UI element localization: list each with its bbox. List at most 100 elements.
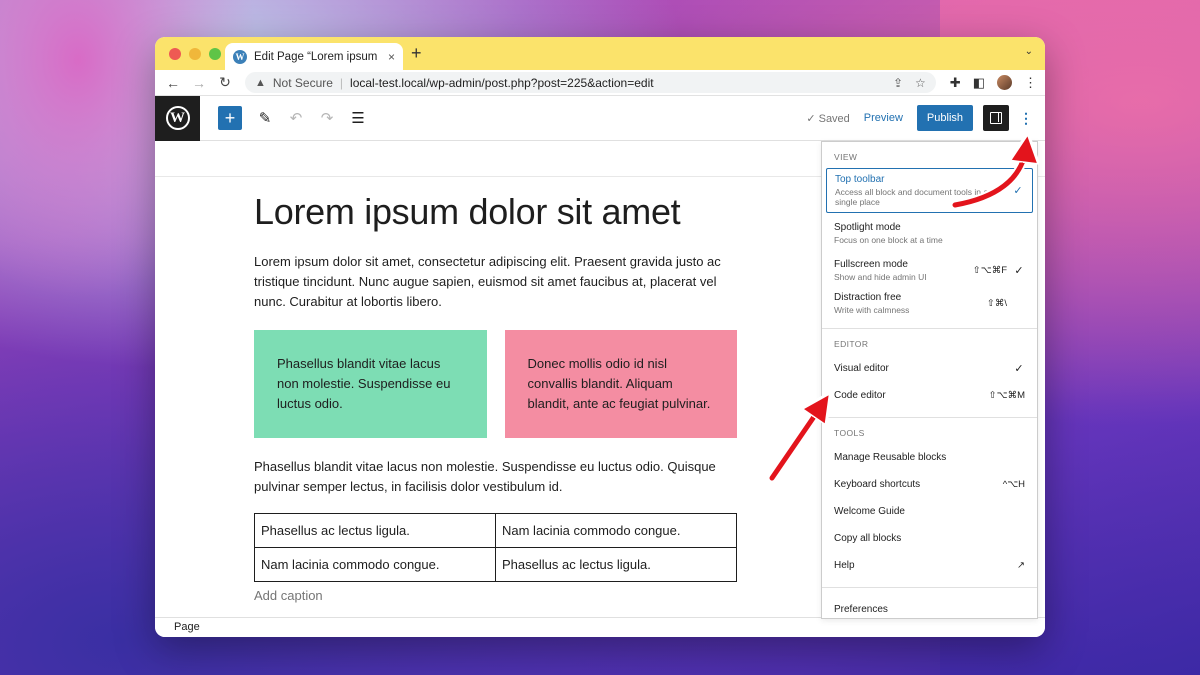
table-cell[interactable]: Nam lacinia commodo congue. xyxy=(495,513,737,548)
check-icon: ✓ xyxy=(1014,265,1024,277)
group-label: TOOLS xyxy=(834,428,865,438)
menu-shortcut: ^⌥H xyxy=(1002,479,1025,490)
tab-close-icon[interactable]: × xyxy=(388,50,395,64)
tab-strip: W Edit Page “Lorem ipsum dolor × + ⌄ xyxy=(155,37,1045,70)
menu-item-label: Welcome Guide xyxy=(834,506,905,517)
options-menu-button[interactable]: ⋮ xyxy=(1019,110,1033,127)
view-group: VIEW Top toolbar Access all block and doc… xyxy=(822,142,1037,329)
breadcrumb-item[interactable]: Page xyxy=(174,621,200,633)
menu-item-manage-reusable-blocks[interactable]: Manage Reusable blocks xyxy=(826,444,1033,471)
columns-block: Phasellus blandit vitae lacus non molest… xyxy=(254,330,737,438)
paragraph-block[interactable]: Phasellus blandit vitae lacus non molest… xyxy=(254,457,737,497)
omnibox-divider: | xyxy=(339,75,344,90)
extensions-puzzle-icon[interactable]: ✚ xyxy=(950,75,961,91)
browser-tab[interactable]: W Edit Page “Lorem ipsum dolor × xyxy=(225,43,403,70)
document-overview-icon[interactable]: ☰ xyxy=(350,109,366,127)
preferences-group: Preferences xyxy=(822,588,1037,631)
menu-item-label: Keyboard shortcuts xyxy=(834,479,921,490)
menu-item-description: Access all block and document tools in a… xyxy=(835,187,989,207)
sidebar-icon xyxy=(990,112,1002,124)
column-block[interactable]: Donec mollis odio id nisl convallis blan… xyxy=(504,330,737,438)
menu-item-copy-all-blocks[interactable]: Copy all blocks xyxy=(826,525,1033,552)
menu-item-description: Show and hide admin UI xyxy=(834,272,927,282)
bookmark-star-icon[interactable]: ☆ xyxy=(915,76,926,90)
forward-icon[interactable]: → xyxy=(189,75,209,91)
table-cell[interactable]: Phasellus ac lectus ligula. xyxy=(254,513,496,548)
group-label: EDITOR xyxy=(834,339,869,349)
browser-menu-icon[interactable]: ⋮ xyxy=(1024,75,1037,91)
menu-item-fullscreen-mode[interactable]: Fullscreen mode Show and hide admin UI ⇧⌥… xyxy=(826,254,1033,287)
table-row: Nam lacinia commodo congue. Phasellus ac… xyxy=(254,547,737,582)
side-panel-icon[interactable]: ◧ xyxy=(973,75,985,91)
wordpress-logo-icon: W xyxy=(165,106,190,130)
menu-item-preferences[interactable]: Preferences xyxy=(826,596,1033,623)
wordpress-favicon-icon: W xyxy=(233,49,247,64)
new-tab-button[interactable]: + xyxy=(411,43,422,64)
menu-item-label: Copy all blocks xyxy=(834,533,902,544)
menu-item-welcome-guide[interactable]: Welcome Guide xyxy=(826,498,1033,525)
menu-item-label: Fullscreen mode xyxy=(834,259,908,270)
options-dropdown-menu: VIEW Top toolbar Access all block and doc… xyxy=(821,141,1038,619)
tools-pencil-icon[interactable]: ✎ xyxy=(257,109,273,127)
redo-icon[interactable]: ↷ xyxy=(319,109,335,127)
reload-icon[interactable]: ↻ xyxy=(215,74,235,91)
menu-item-label: Code editor xyxy=(834,390,886,401)
external-link-icon: ↗ xyxy=(1017,560,1025,571)
share-icon[interactable]: ⇪ xyxy=(893,76,903,90)
table-row: Phasellus ac lectus ligula. Nam lacinia … xyxy=(254,513,737,548)
table-caption-field[interactable]: Add caption xyxy=(254,588,737,603)
paragraph-block[interactable]: Lorem ipsum dolor sit amet, consectetur … xyxy=(254,252,737,312)
menu-item-label: Preferences xyxy=(834,604,888,615)
menu-item-label: Help xyxy=(834,560,855,571)
table-cell[interactable]: Phasellus ac lectus ligula. xyxy=(495,547,737,582)
editor-toolbar: W + ✎ ↶ ↷ ☰ ✓ Saved Preview Publish ⋮ xyxy=(155,95,1045,141)
editor-group: EDITOR Visual editor ✓ Code editor ⇧⌥⌘M xyxy=(822,329,1037,418)
menu-item-top-toolbar[interactable]: Top toolbar Access all block and document… xyxy=(826,168,1033,213)
menu-item-visual-editor[interactable]: Visual editor ✓ xyxy=(826,355,1033,382)
check-icon: ✓ xyxy=(1013,185,1023,197)
menu-item-distraction-free[interactable]: Distraction free Write with calmness ⇧⌘\ xyxy=(826,287,1033,320)
menu-shortcut: ⇧⌥⌘M xyxy=(988,390,1025,401)
column-block[interactable]: Phasellus blandit vitae lacus non molest… xyxy=(254,330,487,438)
window-controls xyxy=(169,48,221,60)
publish-button[interactable]: Publish xyxy=(916,105,973,131)
profile-avatar[interactable] xyxy=(997,75,1012,90)
minimize-window-button[interactable] xyxy=(189,48,201,60)
url-field[interactable]: ▲ Not Secure | local-test.local/wp-admin… xyxy=(245,72,936,93)
settings-toggle-button[interactable] xyxy=(983,105,1009,131)
close-window-button[interactable] xyxy=(169,48,181,60)
block-inserter-button[interactable]: + xyxy=(218,106,242,130)
check-icon: ✓ xyxy=(1014,363,1024,375)
menu-item-code-editor[interactable]: Code editor ⇧⌥⌘M xyxy=(826,382,1033,409)
undo-icon[interactable]: ↶ xyxy=(288,109,304,127)
group-label: VIEW xyxy=(834,152,858,162)
tab-title: Edit Page “Lorem ipsum dolor xyxy=(254,50,381,63)
menu-item-label: Top toolbar xyxy=(835,174,885,185)
preview-button[interactable]: Preview xyxy=(860,112,907,124)
menu-item-label: Manage Reusable blocks xyxy=(834,452,947,463)
warning-icon: ▲ xyxy=(255,76,266,89)
menu-shortcut: ⇧⌥⌘F xyxy=(972,265,1007,276)
menu-item-label: Spotlight mode xyxy=(834,222,901,233)
wordpress-logo-button[interactable]: W xyxy=(155,95,200,141)
saved-status: ✓ Saved xyxy=(806,112,850,125)
browser-window: W Edit Page “Lorem ipsum dolor × + ⌄ ← →… xyxy=(155,37,1045,637)
menu-shortcut: ⇧⌘\ xyxy=(986,298,1007,309)
table-cell[interactable]: Nam lacinia commodo congue. xyxy=(254,547,496,582)
post-title[interactable]: Lorem ipsum dolor sit amet xyxy=(254,191,737,233)
url-text[interactable]: local-test.local/wp-admin/post.php?post=… xyxy=(350,76,886,90)
menu-item-keyboard-shortcuts[interactable]: Keyboard shortcuts ^⌥H xyxy=(826,471,1033,498)
back-icon[interactable]: ← xyxy=(163,75,183,91)
menu-item-label: Visual editor xyxy=(834,363,889,374)
not-secure-label: Not Secure xyxy=(272,75,333,90)
editor-canvas: Lorem ipsum dolor sit amet Lorem ipsum d… xyxy=(254,187,737,603)
tools-group: TOOLS Manage Reusable blocks Keyboard sh… xyxy=(822,418,1037,588)
tab-search-icon[interactable]: ⌄ xyxy=(1025,46,1033,57)
maximize-window-button[interactable] xyxy=(209,48,221,60)
table-block: Phasellus ac lectus ligula. Nam lacinia … xyxy=(254,513,737,582)
menu-item-help[interactable]: Help ↗ xyxy=(826,552,1033,579)
menu-item-label: Distraction free xyxy=(834,292,902,303)
address-bar: ← → ↻ ▲ Not Secure | local-test.local/wp… xyxy=(155,70,1045,96)
menu-item-spotlight-mode[interactable]: Spotlight mode Focus on one block at a ti… xyxy=(826,213,1033,254)
menu-item-description: Focus on one block at a time xyxy=(834,235,943,245)
